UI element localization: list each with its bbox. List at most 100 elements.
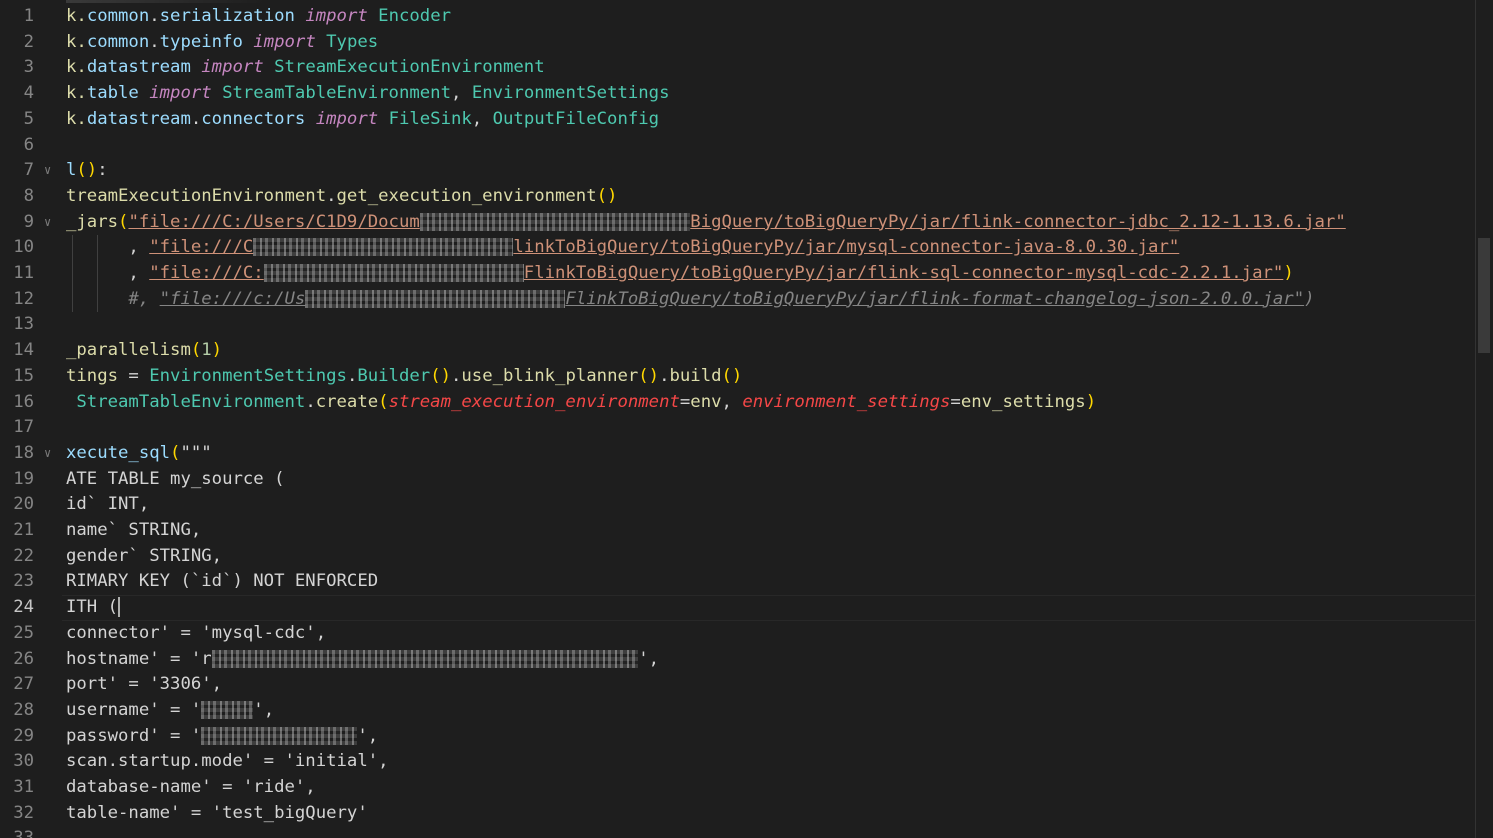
code-token: , [66, 263, 150, 283]
code-token: hostname' = 'r [66, 648, 212, 669]
code-token: gender` STRING, [66, 545, 223, 566]
code-token: table [86, 83, 139, 104]
code-line[interactable]: k.datastream.connectors import FileSink,… [66, 107, 659, 133]
code-token: Types [326, 31, 379, 52]
code-line[interactable]: name` STRING, [66, 518, 201, 544]
code-line[interactable]: password' = ' ', [66, 724, 378, 750]
code-token: : [97, 160, 108, 181]
code-token: xecute_sql [66, 442, 171, 463]
code-token: "file:///C: [149, 263, 264, 283]
code-line[interactable]: RIMARY KEY (`id`) NOT ENFORCED [66, 569, 378, 595]
code-line[interactable]: ATE TABLE my_source ( [66, 467, 285, 493]
line-number: 30 [13, 751, 34, 772]
code-token: l [66, 160, 77, 181]
code-line[interactable]: port' = '3306', [66, 672, 222, 698]
code-line[interactable]: gender` STRING, [66, 544, 222, 570]
code-token: () [638, 365, 660, 386]
code-area[interactable]: k.common.serialization import Encoder k.c… [66, 0, 1475, 838]
code-token: linkToBigQuery/toBigQueryPy/jar/mysql-co… [513, 237, 1180, 258]
code-editor[interactable]: 1 2 3 4 5 6 7 ∨ 8 9 ∨ 10 11 12 13 14 15 16 17 18 ∨ 19 20 21 22 23… [0, 0, 1493, 838]
code-token: env_settings [960, 391, 1086, 412]
code-token: () [596, 185, 618, 206]
code-token: environment_settings [742, 391, 951, 412]
code-line[interactable]: ITH ( [66, 595, 121, 621]
code-token: . [190, 108, 202, 129]
code-token: ATE TABLE my_source ( [66, 468, 285, 489]
line-number-gutter: 1 2 3 4 5 6 7 ∨ 8 9 ∨ 10 11 12 13 14 15 16 17 18 ∨ 19 20 21 22 23… [0, 0, 62, 838]
code-line[interactable]: _parallelism(1) [66, 338, 222, 364]
code-line[interactable]: tings = EnvironmentSettings.Builder().us… [66, 364, 742, 390]
chevron-down-icon[interactable]: ∨ [44, 210, 51, 236]
code-line[interactable]: username' = ' ', [66, 698, 274, 724]
code-token: = [679, 391, 691, 412]
line-number: 6 [23, 134, 34, 155]
code-token: import [149, 83, 212, 104]
code-line[interactable]: table-name' = 'test_bigQuery' [66, 801, 368, 827]
line-number: 28 [13, 699, 34, 720]
code-token: build [669, 365, 722, 386]
code-token: = [118, 365, 150, 386]
line-number: 7 [23, 160, 34, 181]
code-line[interactable]: treamExecutionEnvironment.get_execution_… [66, 184, 617, 210]
code-token: StreamExecutionEnvironment [274, 57, 545, 78]
line-number: 27 [13, 674, 34, 695]
code-token: scan.startup.mode' = 'initial', [66, 751, 389, 772]
code-line[interactable]: k.datastream import StreamExecutionEnvir… [66, 55, 545, 81]
redacted-text [201, 726, 358, 745]
code-token: . [326, 185, 337, 206]
code-token: k. [66, 57, 87, 78]
code-token: _parallelism [66, 340, 191, 361]
line-number: 1 [23, 6, 34, 26]
chevron-down-icon[interactable]: ∨ [44, 441, 51, 467]
code-token: ( [190, 340, 202, 361]
code-token: """ [180, 442, 212, 463]
redacted-text [211, 649, 639, 668]
code-token: FlinkToBigQuery/toBigQueryPy/jar/flink-f… [565, 288, 1305, 309]
code-token: port' = '3306', [66, 674, 223, 695]
code-token: , [451, 83, 472, 104]
code-line[interactable]: k.common.serialization import Encoder [66, 4, 451, 30]
code-line[interactable]: xecute_sql(""" [66, 441, 212, 467]
line-number: 22 [13, 545, 34, 566]
code-token: . [451, 365, 462, 386]
code-line[interactable]: _jars("file:///C:/Users/C1D9/Docum BigQu… [66, 210, 1346, 236]
line-number: 14 [13, 340, 34, 361]
code-line[interactable]: k.table import StreamTableEnvironment, E… [66, 81, 670, 107]
code-line[interactable]: , "file:///C: FlinkToBigQuery/toBigQuery… [66, 261, 1293, 287]
vertical-scrollbar[interactable] [1475, 0, 1493, 838]
code-line[interactable]: k.common.typeinfo import Types [66, 30, 378, 56]
code-line[interactable]: , "file:///C linkToBigQuery/toBigQueryPy… [66, 235, 1179, 261]
code-line[interactable]: id` INT, [66, 492, 149, 518]
code-line[interactable]: scan.startup.mode' = 'initial', [66, 749, 389, 775]
code-line[interactable]: hostname' = 'r ', [66, 647, 659, 673]
code-line[interactable]: #, "file:///c:/Us FlinkToBigQuery/toBigQ… [66, 287, 1314, 313]
redacted-text [263, 264, 524, 282]
code-token: connectors [201, 108, 306, 129]
code-line[interactable]: l(): [66, 158, 108, 184]
line-number: 13 [13, 314, 34, 335]
code-line[interactable]: database-name' = 'ride', [66, 775, 316, 801]
code-token: password' = ' [66, 725, 202, 746]
code-token: "file:///C [149, 237, 254, 258]
chevron-down-icon[interactable]: ∨ [44, 158, 51, 184]
indent-guide [97, 235, 98, 313]
line-number: 25 [13, 622, 34, 643]
code-line[interactable]: StreamTableEnvironment.create(stream_exe… [66, 390, 1096, 416]
line-number: 19 [13, 468, 34, 489]
line-number: 11 [13, 263, 34, 283]
line-number: 23 [13, 571, 34, 592]
line-number: 26 [13, 648, 34, 669]
code-token: () [430, 365, 451, 386]
code-token: () [721, 365, 743, 386]
code-token: name` STRING, [66, 520, 202, 540]
code-line[interactable]: connector' = 'mysql-cdc', [66, 621, 326, 647]
code-token: "file:///C:/Users/C1D9/Docum [128, 211, 420, 232]
scrollbar-thumb[interactable] [1478, 238, 1490, 353]
redacted-text [253, 238, 514, 257]
code-token: env [690, 391, 722, 412]
redacted-text [201, 700, 254, 719]
line-number: 15 [13, 365, 34, 386]
